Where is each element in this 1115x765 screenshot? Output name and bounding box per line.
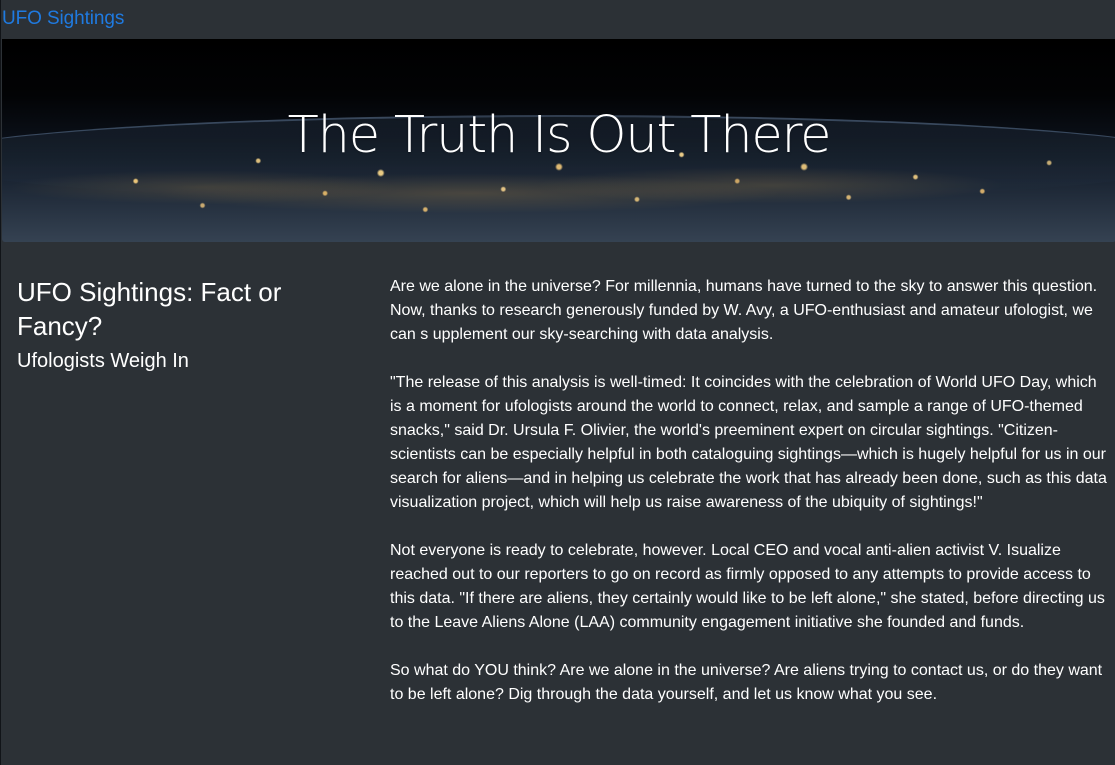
sidebar: UFO Sightings: Fact or Fancy? Ufologists…	[17, 275, 347, 374]
page: UFO Sightings The Truth Is Out There UFO…	[0, 0, 1115, 765]
article-paragraph: Are we alone in the universe? For millen…	[390, 278, 1098, 343]
article-paragraph: "The release of this analysis is well-ti…	[390, 374, 1107, 511]
sidebar-subheading: Ufologists Weigh In	[17, 350, 189, 372]
hero-banner: The Truth Is Out There	[2, 39, 1115, 242]
hero-title: The Truth Is Out There	[287, 106, 832, 165]
brand-link[interactable]: UFO Sightings	[2, 7, 124, 31]
article-paragraph: So what do YOU think? Are we alone in th…	[390, 662, 1103, 703]
navbar: UFO Sightings	[1, 0, 1115, 39]
article-paragraph: Not everyone is ready to celebrate, howe…	[390, 542, 1105, 631]
article: Are we alone in the universe? For millen…	[390, 275, 1108, 731]
sidebar-heading: UFO Sightings: Fact or Fancy?	[17, 277, 282, 341]
